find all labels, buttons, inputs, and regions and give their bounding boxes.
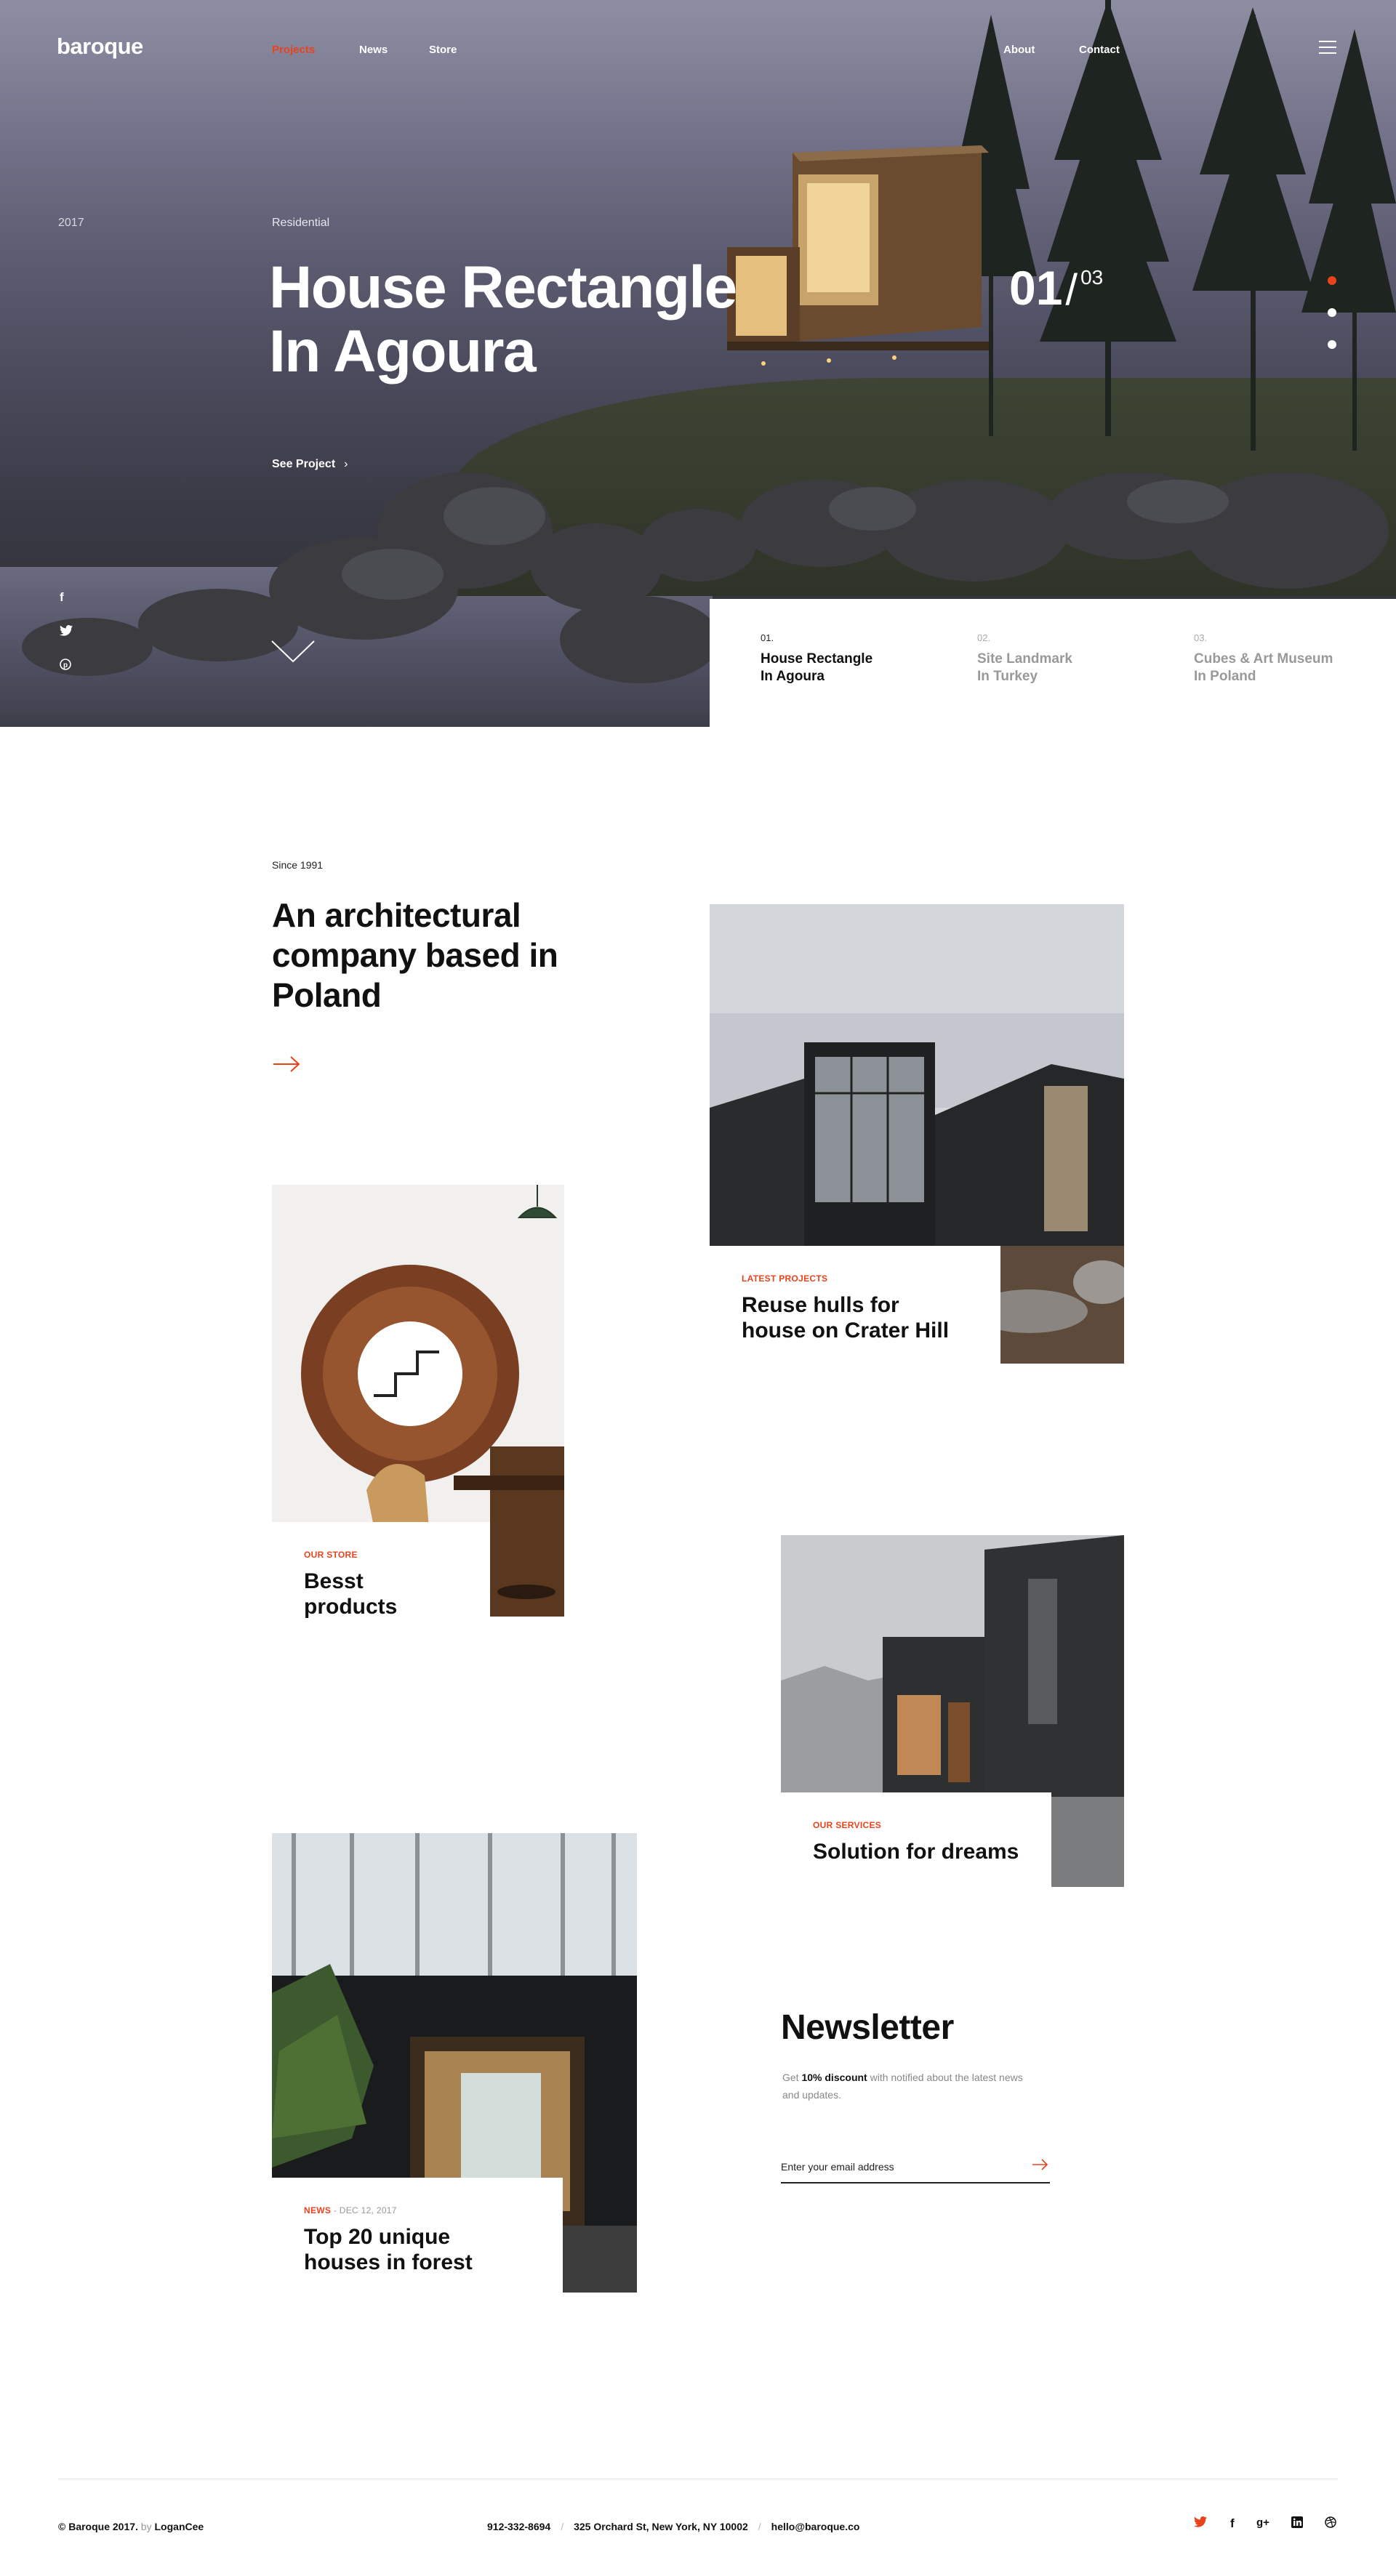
slider-tab-title: Site Landmark	[977, 651, 1072, 667]
slider-tab-number: 01.	[761, 632, 774, 643]
slide-counter-separator: /	[1065, 265, 1078, 314]
card-category: NEWS	[304, 2205, 332, 2215]
slide-counter: 01/03	[1009, 260, 1103, 315]
facebook-icon[interactable]: f	[60, 590, 64, 605]
slide-dot-1[interactable]	[1328, 276, 1336, 285]
slide-counter-total: 03	[1080, 266, 1104, 289]
see-project-label: See Project	[272, 458, 336, 470]
nav-link-news[interactable]: News	[359, 44, 388, 56]
slider-tab-1[interactable]: 01. House Rectangle In Agoura	[761, 632, 928, 685]
footer-email[interactable]: hello@baroque.co	[771, 2521, 860, 2532]
linkedin-icon[interactable]	[1291, 2516, 1303, 2532]
card-category-row: NEWS - DEC 12, 2017	[304, 2205, 531, 2215]
footer-phone[interactable]: 912-332-8694	[487, 2521, 550, 2532]
chevron-right-icon: ›	[344, 458, 348, 470]
hamburger-icon[interactable]	[1319, 41, 1336, 54]
card-category: OUR SERVICES	[813, 1820, 882, 1830]
card-title: Besst products	[304, 1569, 398, 1619]
hero-year: 2017	[58, 217, 84, 229]
facebook-icon[interactable]: f	[1230, 2516, 1235, 2531]
news-card[interactable]: NEWS - DEC 12, 2017 Top 20 unique houses…	[272, 2178, 563, 2293]
newsletter-text: Get 10% discount with notified about the…	[782, 2069, 1030, 2104]
card-title: Solution for dreams	[813, 1840, 1019, 1864]
dribbble-icon[interactable]	[1325, 2516, 1336, 2532]
copyright-by: by	[137, 2521, 155, 2532]
twitter-icon[interactable]	[1194, 2516, 1207, 2531]
nav-link-projects[interactable]: Projects	[272, 44, 315, 56]
about-title: An architectural company based in Poland	[272, 896, 558, 1014]
copyright: © Baroque 2017. by LoganCee	[58, 2521, 204, 2532]
footer-separator: /	[758, 2521, 761, 2532]
newsletter-discount: 10% discount	[801, 2072, 867, 2083]
footer-address: 325 Orchard St, New York, NY 10002	[574, 2521, 748, 2532]
footer-separator: /	[561, 2521, 564, 2532]
chevron-down-icon[interactable]	[270, 640, 316, 664]
card-title: Top 20 unique houses in forest	[304, 2225, 473, 2274]
nav-link-about[interactable]: About	[1003, 44, 1035, 56]
slider-tab-title: House Rectangle	[761, 651, 873, 667]
hero-title-line2: In Agoura	[269, 318, 537, 385]
twitter-icon[interactable]	[60, 625, 73, 640]
newsletter-email-input[interactable]	[781, 2152, 1050, 2183]
slide-dot-2[interactable]	[1328, 308, 1336, 317]
arrow-right-icon[interactable]	[272, 1055, 301, 1073]
footer-contacts: 912-332-8694 / 325 Orchard St, New York, N…	[487, 2521, 859, 2532]
newsletter-title: Newsletter	[781, 2008, 954, 2047]
newsletter-text-before: Get	[782, 2072, 802, 2083]
since-label: Since 1991	[272, 859, 324, 871]
site-logo[interactable]: baroque	[57, 33, 143, 60]
arrow-right-icon[interactable]	[1031, 2156, 1050, 2173]
svg-text:p: p	[63, 661, 68, 669]
slider-tab-title: Cubes & Art Museum	[1194, 651, 1333, 667]
services-card[interactable]: OUR SERVICES Solution for dreams	[781, 1792, 1051, 1887]
card-category: OUR STORE	[304, 1550, 358, 1560]
slider-tab-subtitle: In Agoura	[761, 669, 825, 684]
slider-tabs: 01. House Rectangle In Agoura 02. Site La…	[710, 599, 1396, 727]
card-category: LATEST PROJECTS	[742, 1273, 828, 1284]
card-title: Reuse hulls for house on Crater Hill	[742, 1293, 950, 1343]
hero-title-line1: House Rectangle	[269, 254, 737, 321]
hero-title: House Rectangle In Agoura	[269, 256, 822, 384]
latest-project-card[interactable]: LATEST PROJECTS Reuse hulls for house on…	[710, 1246, 1000, 1364]
slide-dot-3[interactable]	[1328, 340, 1336, 349]
hero-category: Residential	[272, 217, 330, 229]
slider-tab-subtitle: In Poland	[1194, 669, 1256, 684]
copyright-text: © Baroque 2017.	[58, 2521, 138, 2532]
see-project-link[interactable]: See Project ›	[272, 458, 348, 471]
slider-tab-number: 02.	[977, 632, 991, 643]
slider-tab-3[interactable]: 03. Cubes & Art Museum In Poland	[1194, 632, 1361, 685]
pinterest-icon[interactable]: p	[60, 659, 71, 674]
store-card[interactable]: OUR STORE Besst products	[272, 1522, 490, 1619]
hero-trees-image	[945, 0, 1396, 451]
nav-link-contact[interactable]: Contact	[1079, 44, 1120, 56]
slider-tab-subtitle: In Turkey	[977, 669, 1038, 684]
slider-tab-number: 03.	[1194, 632, 1208, 643]
nav-link-store[interactable]: Store	[429, 44, 457, 56]
slider-tab-2[interactable]: 02. Site Landmark In Turkey	[977, 632, 1144, 685]
author-link[interactable]: LoganCee	[155, 2521, 204, 2532]
card-date: - DEC 12, 2017	[331, 2205, 397, 2215]
slide-counter-current: 01	[1009, 261, 1063, 315]
google-plus-icon[interactable]: g+	[1256, 2516, 1269, 2529]
hero-section: baroque Projects News Store About Contac…	[0, 0, 1396, 727]
